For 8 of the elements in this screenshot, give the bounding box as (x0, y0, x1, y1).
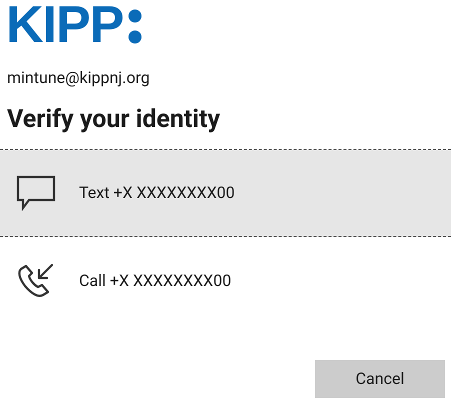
verification-option[interactable]: Text +X XXXXXXXX00 (0, 150, 451, 237)
account-email: mintune@kippnj.org (7, 68, 150, 88)
cancel-button[interactable]: Cancel (315, 360, 445, 398)
phone-incoming-icon (17, 262, 55, 300)
logo-dots-icon (127, 9, 144, 45)
chat-bubble-icon (16, 175, 56, 211)
logo: KIPP (6, 0, 124, 50)
page-title: Verify your identity (7, 104, 220, 136)
